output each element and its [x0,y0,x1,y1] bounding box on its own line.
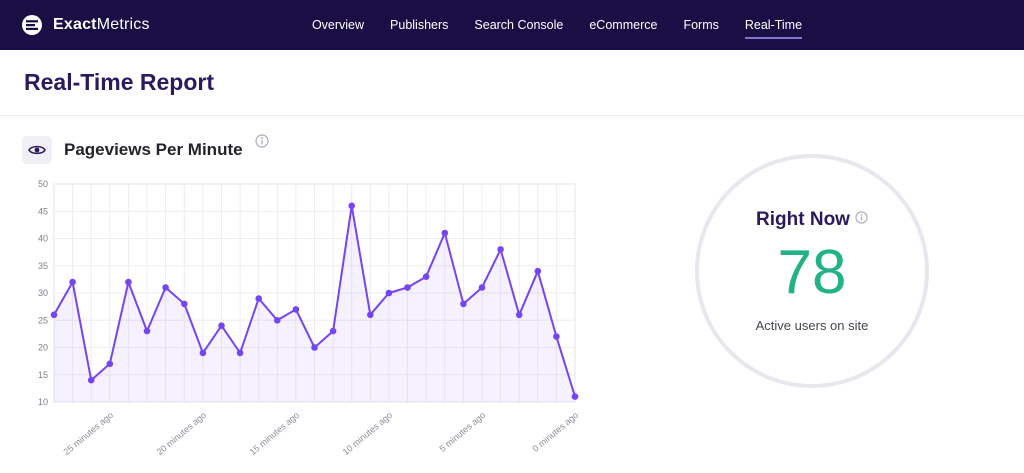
svg-text:0 minutes ago: 0 minutes ago [531,410,581,454]
brand-name-regular: Metrics [96,16,150,33]
pageviews-panel-header: Pageviews Per Minute [22,132,600,168]
brand-name-bold: Exact [53,16,97,33]
exactmetrics-logo-icon [22,15,42,35]
right-now-widget: Right Now 78 Active users on site [600,132,1024,471]
nav-item-search-console[interactable]: Search Console [474,12,563,39]
nav-item-overview[interactable]: Overview [312,12,364,39]
page-header: Real-Time Report [0,50,1024,116]
svg-text:15: 15 [38,370,48,380]
nav-item-ecommerce[interactable]: eCommerce [589,12,657,39]
eye-chip [22,136,52,164]
svg-text:45: 45 [38,206,48,216]
svg-text:15 minutes ago: 15 minutes ago [248,410,302,457]
nav-item-real-time[interactable]: Real-Time [744,12,803,39]
nav-links: Overview Publishers Search Console eComm… [312,12,803,39]
pageviews-chart[interactable]: 10 15 20 25 30 35 40 45 50 25 minutes ago 20 minut… [22,174,600,471]
active-users-count: 78 [777,238,847,308]
nav-item-publishers[interactable]: Publishers [390,12,448,39]
svg-text:40: 40 [38,234,48,244]
eye-icon [28,145,46,155]
pageviews-panel: Pageviews Per Minute 10 15 20 25 30 35 40 45 50 2… [0,132,600,471]
svg-text:25: 25 [38,315,48,325]
right-now-info-icon[interactable] [855,211,868,225]
svg-text:50: 50 [38,179,48,189]
page-title: Real-Time Report [24,69,215,95]
top-navbar: ExactMetrics Overview Publishers Search … [0,0,1024,50]
svg-text:20 minutes ago: 20 minutes ago [155,410,209,457]
svg-text:10 minutes ago: 10 minutes ago [341,410,395,457]
exactmetrics-logo[interactable]: ExactMetrics [20,0,150,50]
right-now-title: Right Now [756,209,850,231]
pageviews-info-icon[interactable] [254,134,269,148]
active-users-label: Active users on site [755,317,869,333]
svg-text:25 minutes ago: 25 minutes ago [62,410,116,457]
right-now-circle: Right Now 78 Active users on site [695,154,929,388]
pageviews-title: Pageviews Per Minute [64,140,243,159]
svg-text:10: 10 [38,397,48,407]
svg-text:20: 20 [38,343,48,353]
pageviews-line-chart: 10 15 20 25 30 35 40 45 50 25 minutes ago 20 minut… [38,179,581,457]
right-now-header: Right Now [756,209,868,231]
brand-name: ExactMetrics [53,16,150,34]
main-content: Pageviews Per Minute 10 15 20 25 30 35 40 45 50 2… [0,116,1024,471]
svg-text:30: 30 [38,288,48,298]
svg-text:5 minutes ago: 5 minutes ago [438,410,488,454]
svg-text:35: 35 [38,261,48,271]
nav-item-forms[interactable]: Forms [683,12,718,39]
